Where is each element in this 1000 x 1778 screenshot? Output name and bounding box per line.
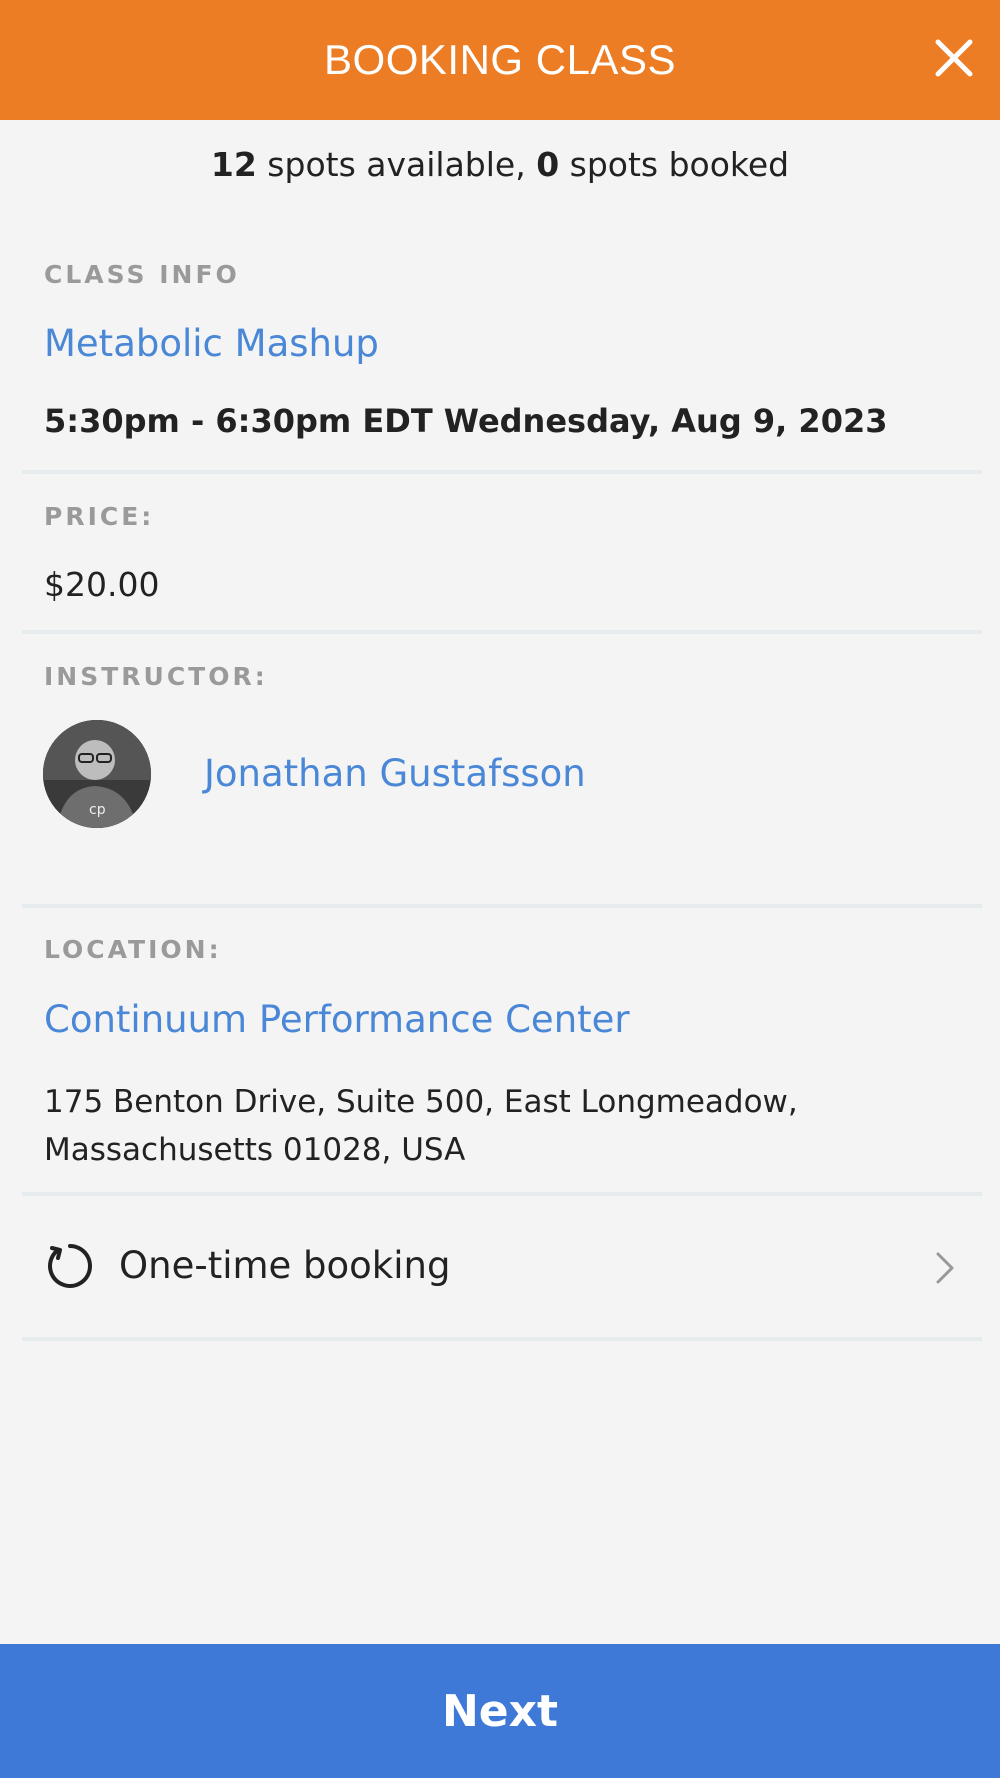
class-info-label: CLASS INFO	[44, 260, 240, 289]
header-title: BOOKING CLASS	[324, 36, 676, 83]
price-section	[22, 474, 982, 634]
location-label: LOCATION:	[44, 935, 222, 964]
avatar-image: cp	[43, 720, 151, 828]
address-line-2: Massachusetts 01028, USA	[44, 1132, 466, 1168]
chevron-right-icon	[936, 1252, 954, 1284]
availability-summary: 12 spots available, 0 spots booked	[0, 145, 1000, 184]
header-bar: BOOKING CLASS	[0, 0, 1000, 120]
refresh-icon	[48, 1244, 92, 1288]
price-label: PRICE:	[44, 502, 155, 531]
svg-text:cp: cp	[89, 802, 106, 818]
spots-booked-count: 0	[536, 145, 560, 184]
instructor-avatar[interactable]: cp	[43, 720, 151, 828]
booking-type-label: One-time booking	[119, 1244, 451, 1287]
next-button[interactable]: Next	[0, 1644, 1000, 1778]
spots-booked-text: spots booked	[559, 145, 790, 184]
instructor-label: INSTRUCTOR:	[44, 662, 268, 691]
next-button-label: Next	[441, 1685, 559, 1737]
location-name-link[interactable]: Continuum Performance Center	[44, 998, 630, 1041]
class-name-link[interactable]: Metabolic Mashup	[44, 322, 379, 365]
instructor-name-link[interactable]: Jonathan Gustafsson	[204, 752, 586, 795]
location-address: 175 Benton Drive, Suite 500, East Longme…	[44, 1078, 944, 1174]
booking-type-row[interactable]: One-time booking	[22, 1196, 982, 1341]
spots-available-count: 12	[210, 145, 257, 184]
class-time: 5:30pm - 6:30pm EDT Wednesday, Aug 9, 20…	[44, 402, 888, 440]
spots-available-text: spots available,	[256, 145, 537, 184]
close-icon[interactable]	[930, 34, 978, 82]
price-value: $20.00	[44, 565, 160, 604]
address-line-1: 175 Benton Drive, Suite 500, East Longme…	[44, 1084, 798, 1120]
